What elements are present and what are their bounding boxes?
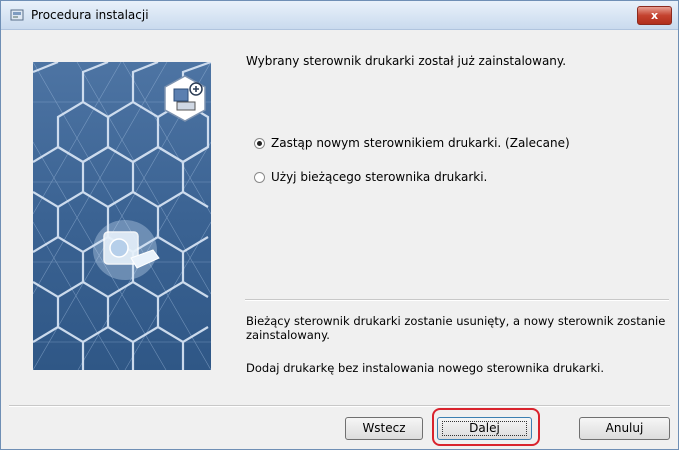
footer-separator — [9, 405, 670, 407]
title-bar[interactable]: Procedura instalacji x — [1, 1, 678, 30]
close-icon: x — [650, 9, 659, 22]
info-text-replace: Bieżący sterownik drukarki zostanie usun… — [246, 314, 666, 342]
radio-selected-icon[interactable] — [254, 138, 265, 149]
info-separator — [245, 299, 669, 301]
use-current-driver-label: Użyj bieżącego sterownika drukarki. — [271, 170, 488, 184]
window-title: Procedura instalacji — [31, 8, 149, 22]
cancel-button[interactable]: Anuluj — [579, 417, 670, 440]
use-current-driver-option[interactable]: Użyj bieżącego sterownika drukarki. — [254, 170, 487, 184]
next-button-highlight — [432, 408, 540, 446]
installer-app-icon — [10, 9, 24, 21]
info-text-add: Dodaj drukarkę bez instalowania nowego s… — [246, 361, 604, 375]
status-message: Wybrany sterownik drukarki został już za… — [246, 54, 567, 68]
installer-window: Procedura instalacji x Wybrany sterownik… — [0, 0, 679, 450]
radio-unselected-icon[interactable] — [254, 172, 265, 183]
back-button[interactable]: Wstecz — [345, 417, 423, 440]
close-button[interactable]: x — [637, 6, 672, 25]
installer-illustration — [33, 62, 211, 370]
replace-driver-option[interactable]: Zastąp nowym sterownikiem drukarki. (Zal… — [254, 136, 570, 150]
replace-driver-label: Zastąp nowym sterownikiem drukarki. (Zal… — [271, 136, 570, 150]
hexagon-pattern-image — [33, 62, 211, 370]
